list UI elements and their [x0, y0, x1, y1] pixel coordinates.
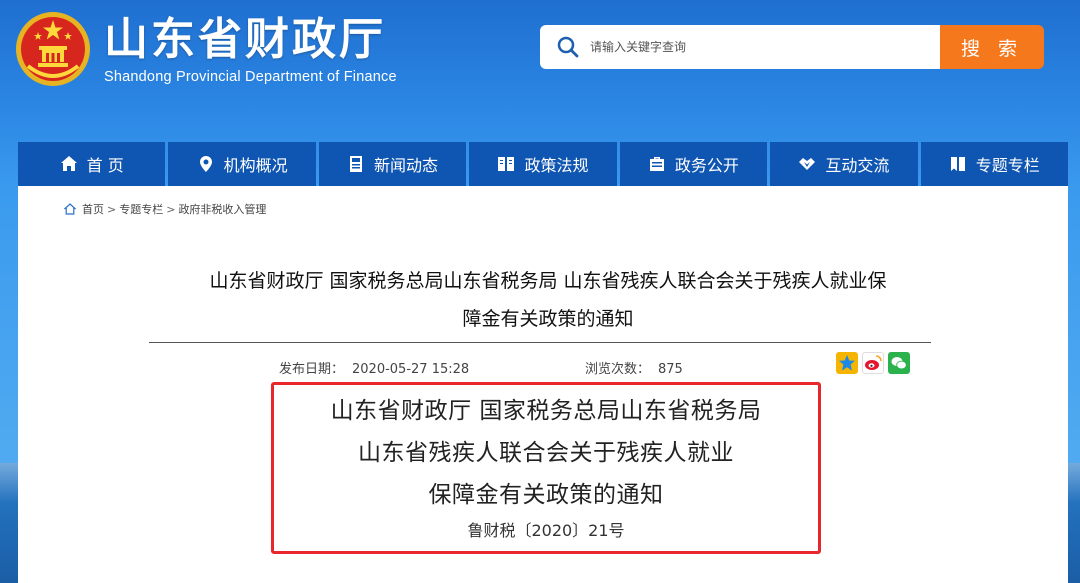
- briefcase-icon: [649, 157, 664, 171]
- national-emblem-icon: [16, 12, 90, 86]
- nav-item-label: 政务公开: [674, 156, 739, 175]
- home-icon: [60, 156, 77, 171]
- nav-item-interaction[interactable]: 互动交流: [770, 142, 918, 186]
- article-title-line: 山东省财政厅 国家税务总局山东省税务局 山东省残疾人联合会关于残疾人就业保: [209, 270, 887, 292]
- publish-date: 发布日期： 2020-05-27 15:28: [279, 358, 469, 377]
- document-title-line: 山东省残疾人联合会关于残疾人就业: [358, 440, 734, 466]
- handshake-icon: [799, 158, 816, 170]
- main-nav: 首 页 机构概况 新闻动态 政策法规 政务公开 互动交流 专题专栏: [18, 142, 1068, 186]
- breadcrumb-item-special-topics[interactable]: 专题专栏: [119, 201, 163, 217]
- bookmark-icon: [950, 157, 965, 171]
- site-subtitle: Shandong Provincial Department of Financ…: [104, 69, 397, 85]
- breadcrumb-separator: >: [166, 202, 176, 216]
- wechat-icon[interactable]: [888, 352, 910, 374]
- share-bar: [836, 352, 910, 374]
- nav-item-label: 机构概况: [223, 156, 288, 175]
- title-divider: [149, 342, 931, 343]
- breadcrumb-separator: >: [107, 202, 117, 216]
- publish-date-label: 发布日期：: [279, 362, 345, 377]
- nav-item-label: 专题专栏: [975, 156, 1040, 175]
- weibo-icon[interactable]: [862, 352, 884, 374]
- article-title-line: 障金有关政策的通知: [462, 308, 634, 330]
- search-input[interactable]: [590, 25, 930, 69]
- search-box: [540, 25, 944, 69]
- nav-item-organization[interactable]: 机构概况: [168, 142, 316, 186]
- home-icon: [64, 203, 76, 215]
- nav-item-label: 互动交流: [825, 156, 890, 175]
- nav-item-news[interactable]: 新闻动态: [318, 142, 467, 186]
- nav-item-label: 首 页: [86, 156, 124, 175]
- nav-item-gov-affairs[interactable]: 政务公开: [619, 142, 768, 186]
- breadcrumb-item-home[interactable]: 首页: [82, 201, 104, 217]
- document-title-line: 保障金有关政策的通知: [428, 482, 664, 508]
- qzone-icon[interactable]: [836, 352, 858, 374]
- document-number: 鲁财税〔2020〕21号: [467, 521, 625, 540]
- view-count-label: 浏览次数：: [585, 362, 651, 377]
- site-header: 山东省财政厅 Shandong Provincial Department of…: [0, 0, 1080, 138]
- nav-item-policy[interactable]: 政策法规: [469, 142, 617, 186]
- nav-item-label: 新闻动态: [374, 156, 439, 175]
- nav-item-special-topics[interactable]: 专题专栏: [920, 142, 1068, 186]
- document-highlight-box: 山东省财政厅 国家税务总局山东省税务局 山东省残疾人联合会关于残疾人就业 保障金…: [271, 382, 821, 554]
- nav-item-home[interactable]: 首 页: [18, 142, 166, 186]
- nav-item-label: 政策法规: [524, 156, 589, 175]
- book-icon: [498, 157, 515, 171]
- document-title-line: 山东省财政厅 国家税务总局山东省税务局: [330, 398, 762, 424]
- search-button[interactable]: 搜 索: [940, 25, 1044, 69]
- search-icon: [557, 36, 579, 58]
- view-count: 浏览次数： 875: [585, 358, 683, 377]
- site-title: 山东省财政厅: [104, 14, 386, 65]
- breadcrumb-item-nontax-revenue[interactable]: 政府非税收入管理: [178, 201, 266, 217]
- content-panel: 首页 > 专题专栏 > 政府非税收入管理 山东省财政厅 国家税务总局山东省税务局…: [18, 186, 1068, 583]
- view-count-value: 875: [658, 362, 683, 377]
- news-icon: [350, 156, 363, 172]
- publish-date-value: 2020-05-27 15:28: [352, 362, 470, 377]
- breadcrumb: 首页 > 专题专栏 > 政府非税收入管理: [64, 201, 266, 217]
- location-pin-icon: [199, 156, 212, 172]
- article-title: 山东省财政厅 国家税务总局山东省税务局 山东省残疾人联合会关于残疾人就业保 障金…: [138, 262, 958, 338]
